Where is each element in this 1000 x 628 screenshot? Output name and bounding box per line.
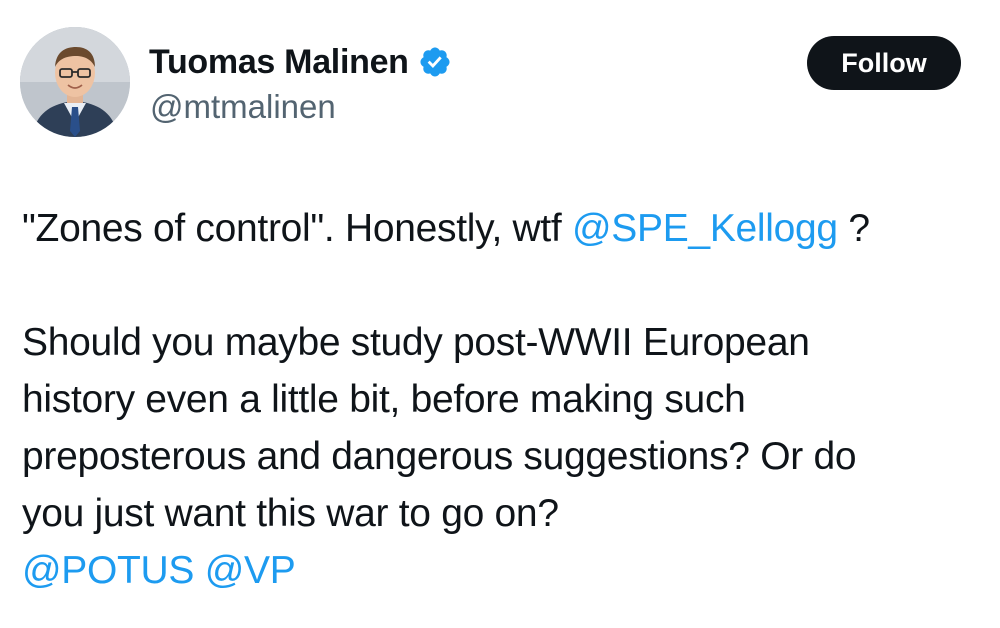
- tweet-text-segment: "Zones of control". Honestly, wtf: [22, 207, 572, 250]
- tweet-card: Tuomas Malinen @mtmalinen Follow "Zones …: [0, 0, 1000, 628]
- mention-link-spe-kellogg[interactable]: @SPE_Kellogg: [572, 207, 838, 250]
- tweet-line: Should you maybe study post-WWII Europea…: [22, 321, 810, 364]
- author-display-name[interactable]: Tuomas Malinen: [149, 43, 409, 82]
- avatar[interactable]: [20, 27, 130, 137]
- verified-badge-icon: [418, 45, 452, 79]
- tweet-line: you just want this war to go on?: [22, 492, 559, 535]
- tweet-line: preposterous and dangerous suggestions? …: [22, 435, 857, 478]
- tweet-text-segment: ?: [837, 207, 870, 250]
- author-handle[interactable]: @mtmalinen: [150, 88, 336, 126]
- follow-button[interactable]: Follow: [807, 36, 961, 90]
- tweet-body: "Zones of control". Honestly, wtf @SPE_K…: [22, 200, 982, 599]
- tweet-line: history even a little bit, before making…: [22, 378, 746, 421]
- mention-link-potus[interactable]: @POTUS: [22, 549, 194, 592]
- tweet-line: @POTUS @VP: [22, 542, 982, 599]
- tweet-line: "Zones of control". Honestly, wtf @SPE_K…: [22, 200, 982, 257]
- profile-photo: [20, 27, 130, 137]
- mention-link-vp[interactable]: @VP: [205, 549, 296, 592]
- author-name-row: Tuomas Malinen: [149, 40, 452, 84]
